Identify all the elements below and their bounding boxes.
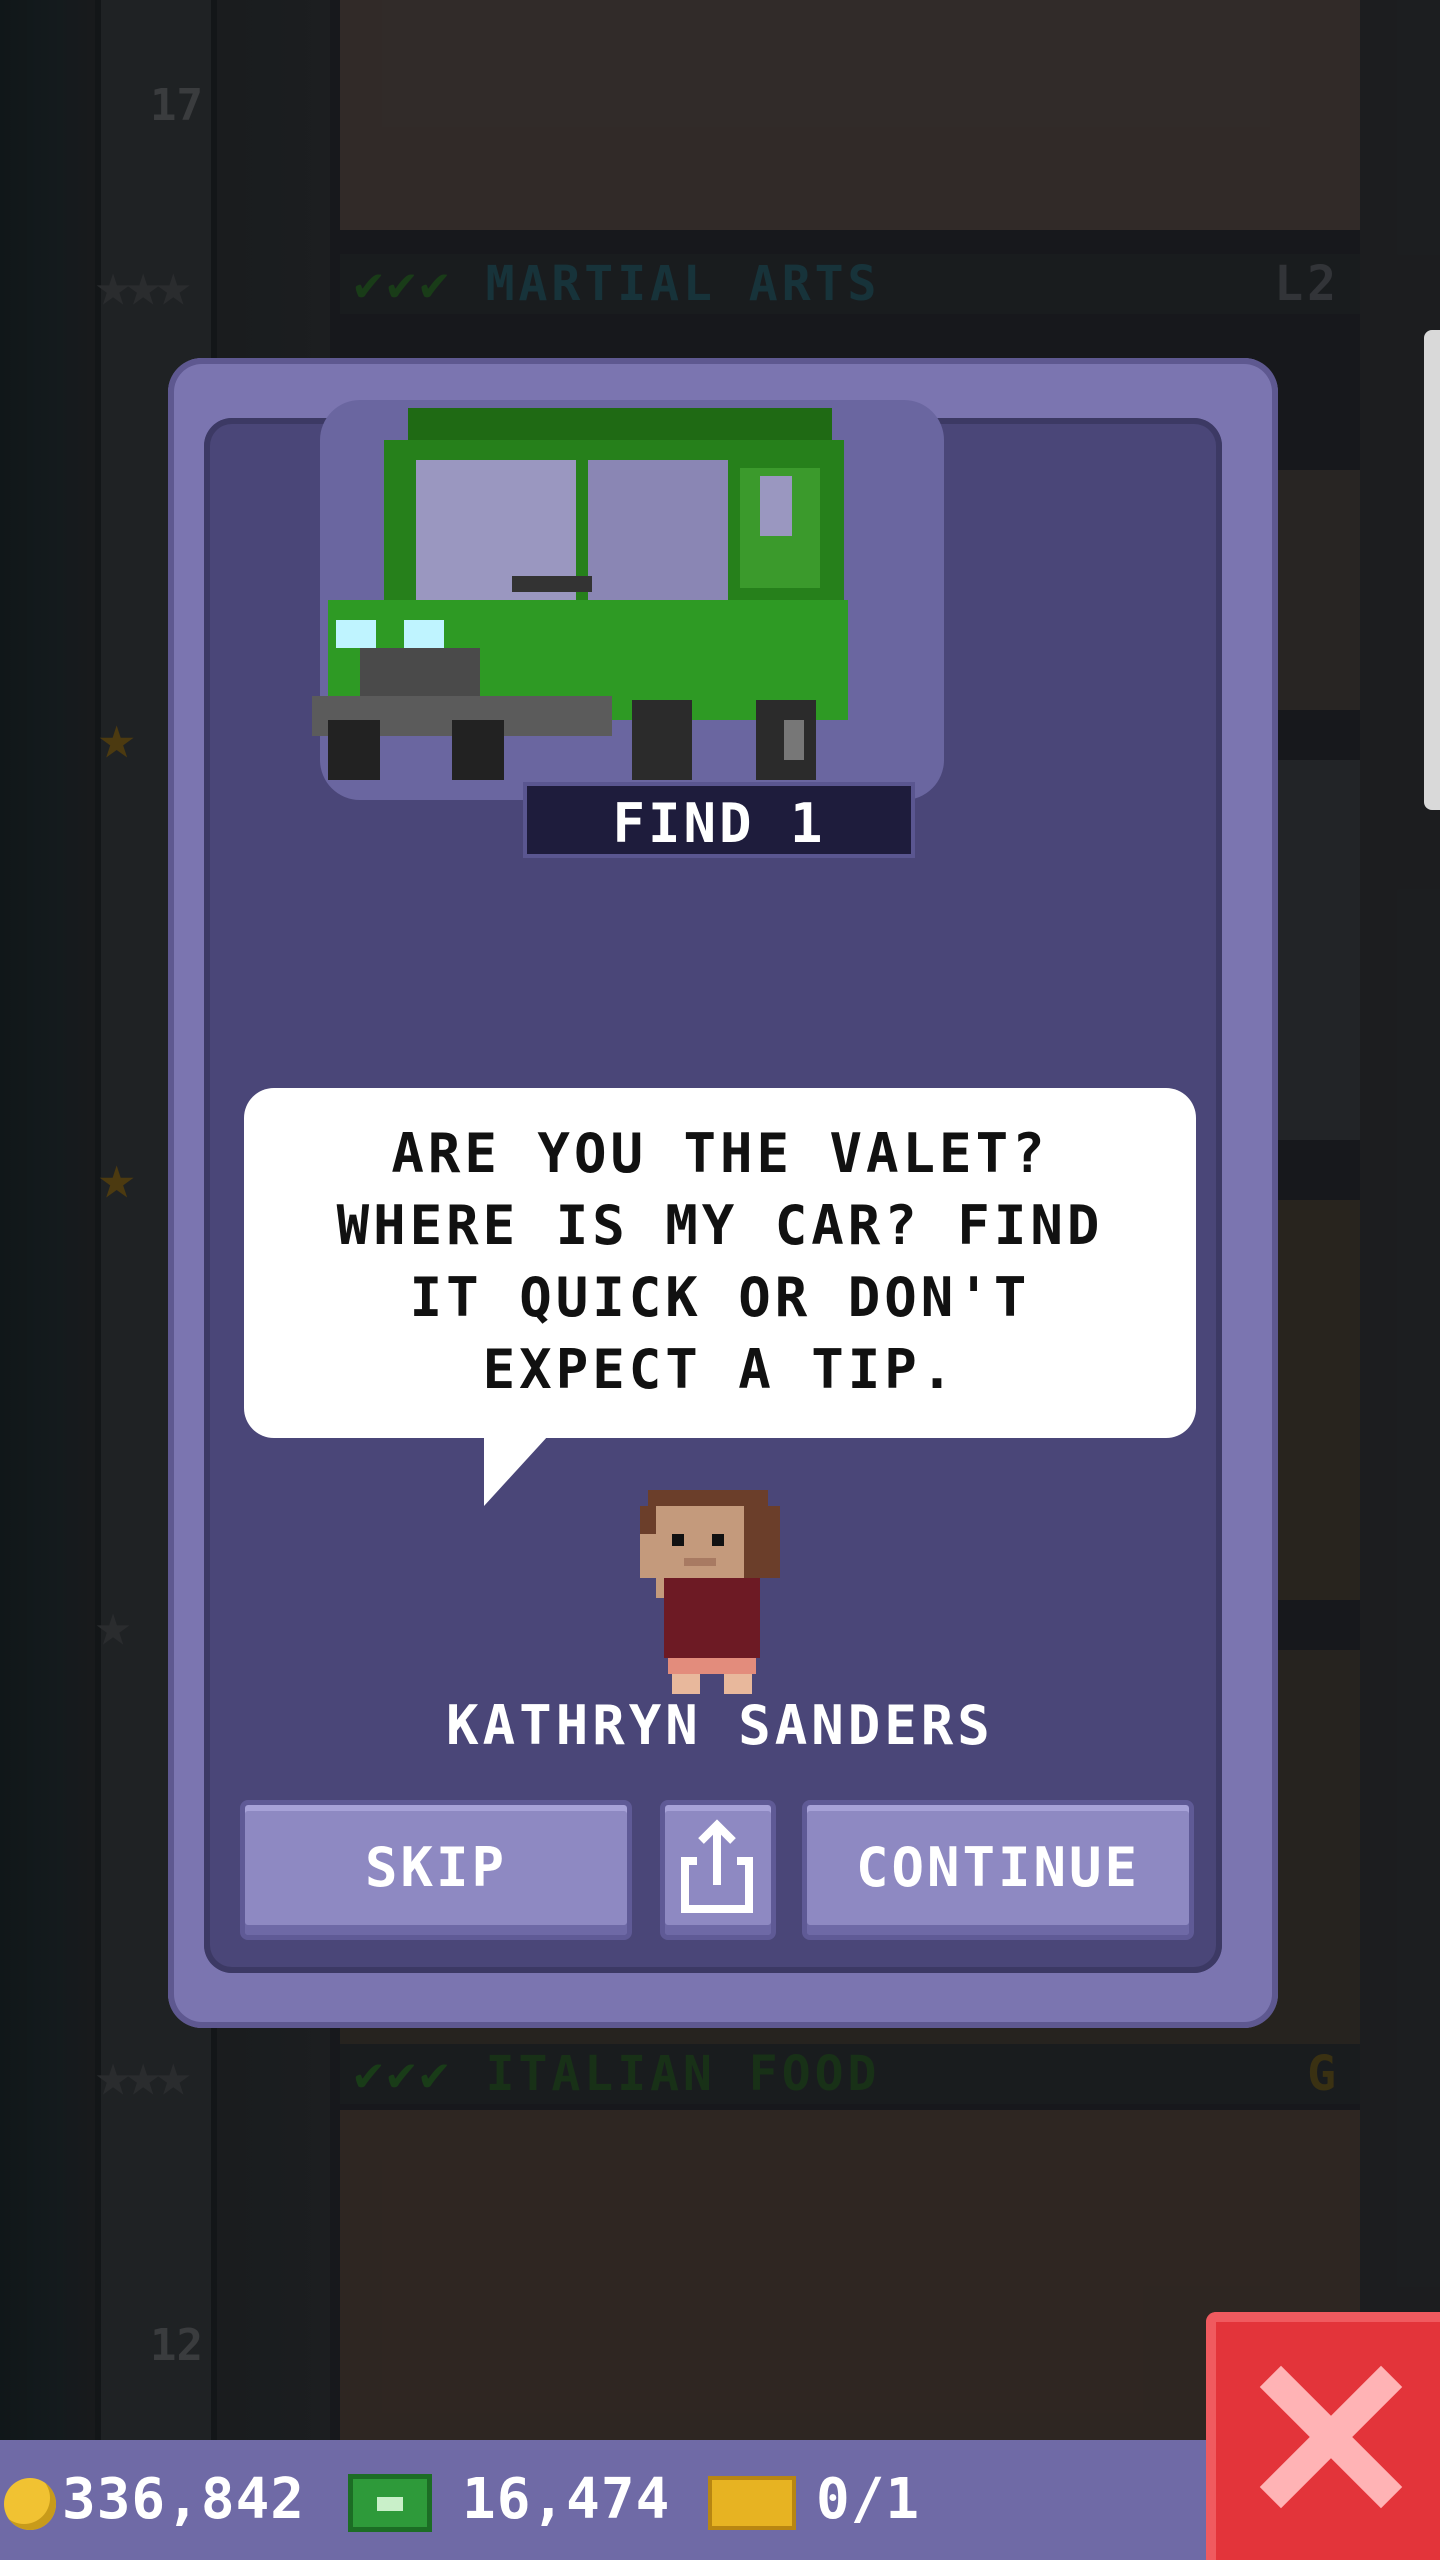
share-button[interactable] [660,1800,776,1940]
coin-icon [4,2478,56,2530]
character-name: KATHRYN SANDERS [446,1694,994,1757]
coin-count: 336,842 [62,2467,306,2532]
close-icon [1259,2365,1403,2509]
continue-button[interactable]: CONTINUE [802,1800,1194,1940]
find-count-badge: FIND 1 [523,782,915,858]
share-icon [681,1819,753,1913]
ticket-icon [708,2476,796,2530]
ticket-count: 0/1 [816,2467,921,2532]
skip-button[interactable]: SKIP [240,1800,632,1940]
character-avatar [640,1490,780,1694]
bux-icon [348,2474,432,2532]
speech-bubble: ARE YOU THE VALET? WHERE IS MY CAR? FIND… [244,1088,1196,1438]
speech-text: ARE YOU THE VALET? WHERE IS MY CAR? FIND… [336,1122,1104,1401]
speech-bubble-tail [484,1436,548,1506]
car-icon [312,400,944,800]
close-button[interactable] [1206,2312,1440,2560]
bux-count: 16,474 [462,2467,671,2532]
side-scroll-tab[interactable] [1424,330,1440,810]
